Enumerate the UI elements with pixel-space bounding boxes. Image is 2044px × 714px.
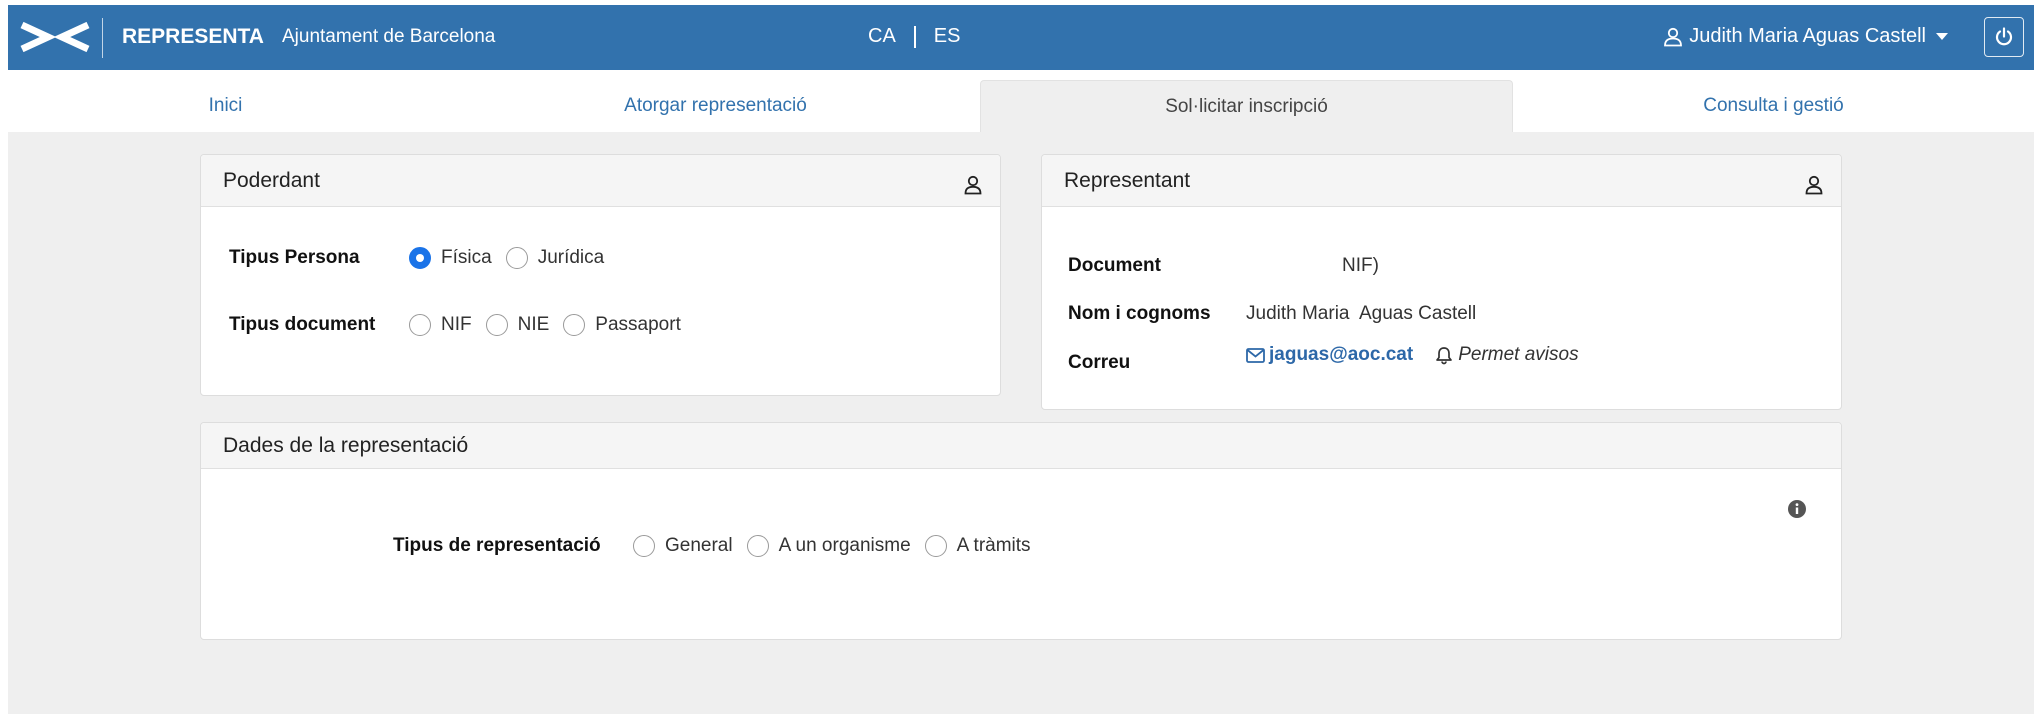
- lang-es-link[interactable]: ES: [934, 25, 961, 48]
- person-icon: [1805, 175, 1823, 195]
- document-label: Document: [1068, 255, 1161, 276]
- radio-tramits[interactable]: A tràmits: [924, 535, 1031, 557]
- representa-logo-icon[interactable]: [18, 20, 92, 54]
- logout-button[interactable]: [1984, 17, 2024, 57]
- radio-general-label: General: [665, 535, 733, 556]
- bell-icon: [1436, 346, 1453, 364]
- radio-nie[interactable]: NIE: [485, 314, 550, 336]
- radio-juridica-label: Jurídica: [537, 247, 605, 268]
- logo-divider: [102, 18, 103, 58]
- tipus-persona-label: Tipus Persona: [229, 247, 360, 268]
- representant-title: Representant: [1064, 169, 1191, 192]
- caret-down-icon: [1936, 33, 1948, 40]
- mail-icon: [1246, 347, 1265, 363]
- dades-representacio-card: Dades de la representació Tipus de repre…: [200, 422, 1842, 640]
- user-menu[interactable]: Judith Maria Aguas Castell: [1663, 25, 1948, 48]
- person-icon: [964, 175, 982, 195]
- correu-value: jaguas@aoc.cat Permet avisos: [1246, 344, 1579, 366]
- tipus-representacio-label: Tipus de representació: [393, 535, 601, 556]
- radio-passaport[interactable]: Passaport: [563, 314, 681, 336]
- radio-general[interactable]: General: [633, 535, 733, 557]
- radio-nif-control[interactable]: [409, 314, 431, 336]
- language-switcher: CA ES: [868, 25, 960, 48]
- radio-nif-label: NIF: [441, 314, 472, 335]
- poderdant-title: Poderdant: [223, 169, 320, 192]
- nom-cognoms-label: Nom i cognoms: [1068, 303, 1211, 324]
- dades-title: Dades de la representació: [223, 434, 469, 457]
- radio-tramits-control[interactable]: [924, 535, 947, 557]
- radio-fisica[interactable]: Física: [409, 247, 492, 269]
- tipus-document-label: Tipus document: [229, 314, 376, 335]
- radio-passaport-control[interactable]: [563, 314, 586, 336]
- radio-general-control[interactable]: [633, 535, 655, 557]
- correu-label: Correu: [1068, 352, 1131, 373]
- radio-passaport-label: Passaport: [595, 314, 681, 335]
- main-tabs: Inici Atorgar representació Sol·licitar …: [8, 80, 2034, 132]
- radio-nie-control[interactable]: [485, 314, 508, 336]
- radio-juridica[interactable]: Jurídica: [505, 247, 605, 269]
- poderdant-card: Poderdant Tipus Persona Física Jurídica …: [200, 154, 1001, 396]
- tipus-representacio-radio-group: General A un organisme A tràmits: [633, 535, 1045, 557]
- radio-nie-label: NIE: [517, 314, 550, 335]
- power-icon: [1995, 27, 2013, 46]
- poderdant-card-header: Poderdant: [201, 155, 1000, 207]
- info-icon[interactable]: [1787, 499, 1807, 519]
- tab-inici[interactable]: Inici: [8, 80, 443, 132]
- tab-atorgar-representacio[interactable]: Atorgar representació: [443, 80, 988, 132]
- representant-card-header: Representant: [1042, 155, 1841, 207]
- tipus-document-radio-group: NIF NIE Passaport: [409, 314, 695, 336]
- organization-name: Ajuntament de Barcelona: [282, 26, 496, 47]
- main-content: Poderdant Tipus Persona Física Jurídica …: [8, 132, 2034, 714]
- representant-card: Representant Document NIF) Nom i cognoms…: [1041, 154, 1842, 410]
- permet-avisos-label: Permet avisos: [1458, 344, 1579, 365]
- radio-organisme-label: A un organisme: [778, 535, 911, 556]
- radio-organisme[interactable]: A un organisme: [746, 535, 911, 557]
- user-name: Judith Maria Aguas Castell: [1689, 25, 1926, 47]
- tab-consulta-gestio[interactable]: Consulta i gestió: [1513, 80, 2034, 132]
- lang-ca-link[interactable]: CA: [868, 25, 896, 48]
- app-name[interactable]: REPRESENTA: [122, 25, 264, 49]
- radio-tramits-label: A tràmits: [956, 535, 1031, 556]
- radio-organisme-control[interactable]: [746, 535, 769, 557]
- radio-fisica-control[interactable]: [409, 247, 431, 269]
- user-icon: [1664, 27, 1683, 46]
- top-bar: REPRESENTA Ajuntament de Barcelona CA ES…: [8, 5, 2034, 70]
- radio-fisica-label: Física: [441, 247, 492, 268]
- nom-cognoms-value: Judith Maria Aguas Castell: [1246, 303, 1477, 324]
- radio-juridica-control[interactable]: [505, 247, 528, 269]
- lang-separator: [913, 25, 916, 48]
- document-type: NIF): [1342, 255, 1379, 276]
- document-masked: [1246, 255, 1342, 276]
- radio-nif[interactable]: NIF: [409, 314, 472, 336]
- tipus-persona-radio-group: Física Jurídica: [409, 247, 618, 269]
- tab-sollicitar-inscripcio[interactable]: Sol·licitar inscripció: [980, 80, 1513, 132]
- document-value: NIF): [1246, 255, 1379, 277]
- dades-card-header: Dades de la representació: [201, 423, 1841, 469]
- email-link[interactable]: jaguas@aoc.cat: [1269, 344, 1413, 366]
